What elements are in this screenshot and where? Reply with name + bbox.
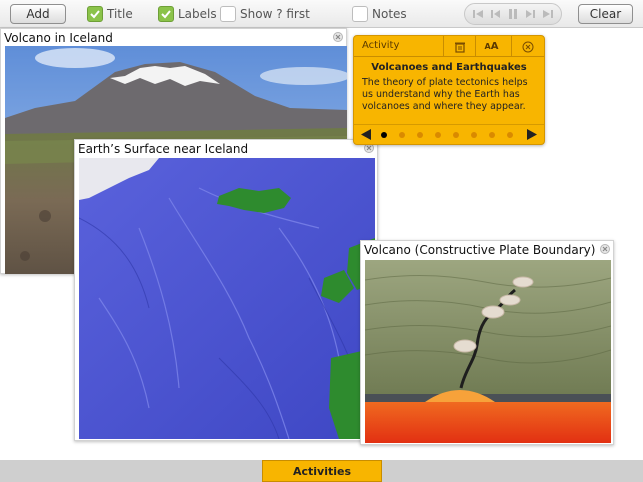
trash-icon[interactable] <box>443 36 475 57</box>
arrow-right-icon[interactable] <box>526 128 538 141</box>
clear-button[interactable]: Clear <box>578 4 633 24</box>
page-dot[interactable] <box>489 132 495 138</box>
bottom-bar: Activities <box>0 460 643 482</box>
labels-checkbox[interactable]: Labels <box>158 5 217 23</box>
labels-checkbox-label: Labels <box>178 7 217 21</box>
close-icon[interactable] <box>511 36 543 57</box>
page-dot[interactable] <box>471 132 477 138</box>
notes-checkbox[interactable]: Notes <box>352 5 407 23</box>
skip-start-icon[interactable] <box>471 7 485 21</box>
close-icon[interactable] <box>600 244 610 254</box>
page-dot[interactable] <box>453 132 459 138</box>
empty-checkbox-icon <box>352 6 368 22</box>
font-size-large-letter: A <box>490 41 499 52</box>
playback-controls <box>464 3 562 25</box>
activity-body: The theory of plate tectonics helps us u… <box>362 77 528 112</box>
panel-title: Volcano (Constructive Plate Boundary) <box>364 243 596 257</box>
toolbar: Add Title Labels Show ? first Notes Clea… <box>0 0 643 28</box>
activity-pagination <box>354 124 544 144</box>
checkmark-icon <box>87 6 103 22</box>
panel-title: Earth’s Surface near Iceland <box>78 142 249 156</box>
step-back-icon[interactable] <box>488 7 502 21</box>
show-first-checkbox[interactable]: Show ? first <box>220 5 310 23</box>
plate-boundary-panel[interactable]: Volcano (Constructive Plate Boundary) <box>360 240 614 445</box>
skip-end-icon[interactable] <box>541 7 555 21</box>
ocean-map-panel[interactable]: Earth’s Surface near Iceland <box>74 139 378 441</box>
activity-label: Activity <box>362 40 400 51</box>
checkmark-icon <box>158 6 174 22</box>
activity-header: Activity AA <box>354 36 544 57</box>
page-dot[interactable] <box>399 132 405 138</box>
page-dot[interactable] <box>381 132 387 138</box>
activity-title: Volcanoes and Earthquakes <box>371 62 527 73</box>
page-dot[interactable] <box>435 132 441 138</box>
plate-boundary-illustration <box>365 260 611 443</box>
activities-tab[interactable]: Activities <box>262 460 382 482</box>
title-checkbox-label: Title <box>107 7 133 21</box>
show-first-checkbox-label: Show ? first <box>240 7 310 21</box>
panel-title: Volcano in Iceland <box>4 31 113 45</box>
arrow-left-icon[interactable] <box>360 128 372 141</box>
notes-checkbox-label: Notes <box>372 7 407 21</box>
activity-card[interactable]: Activity AA Volcanoes and Earthquakes Th… <box>353 35 545 145</box>
close-icon[interactable] <box>333 32 343 42</box>
title-checkbox[interactable]: Title <box>87 5 133 23</box>
step-forward-icon[interactable] <box>524 7 538 21</box>
page-dot[interactable] <box>417 132 423 138</box>
pause-icon[interactable] <box>506 7 520 21</box>
page-dot[interactable] <box>507 132 513 138</box>
ocean-floor-map <box>79 158 375 439</box>
add-button[interactable]: Add <box>10 4 66 24</box>
font-size-icon[interactable]: AA <box>475 36 507 57</box>
empty-checkbox-icon <box>220 6 236 22</box>
